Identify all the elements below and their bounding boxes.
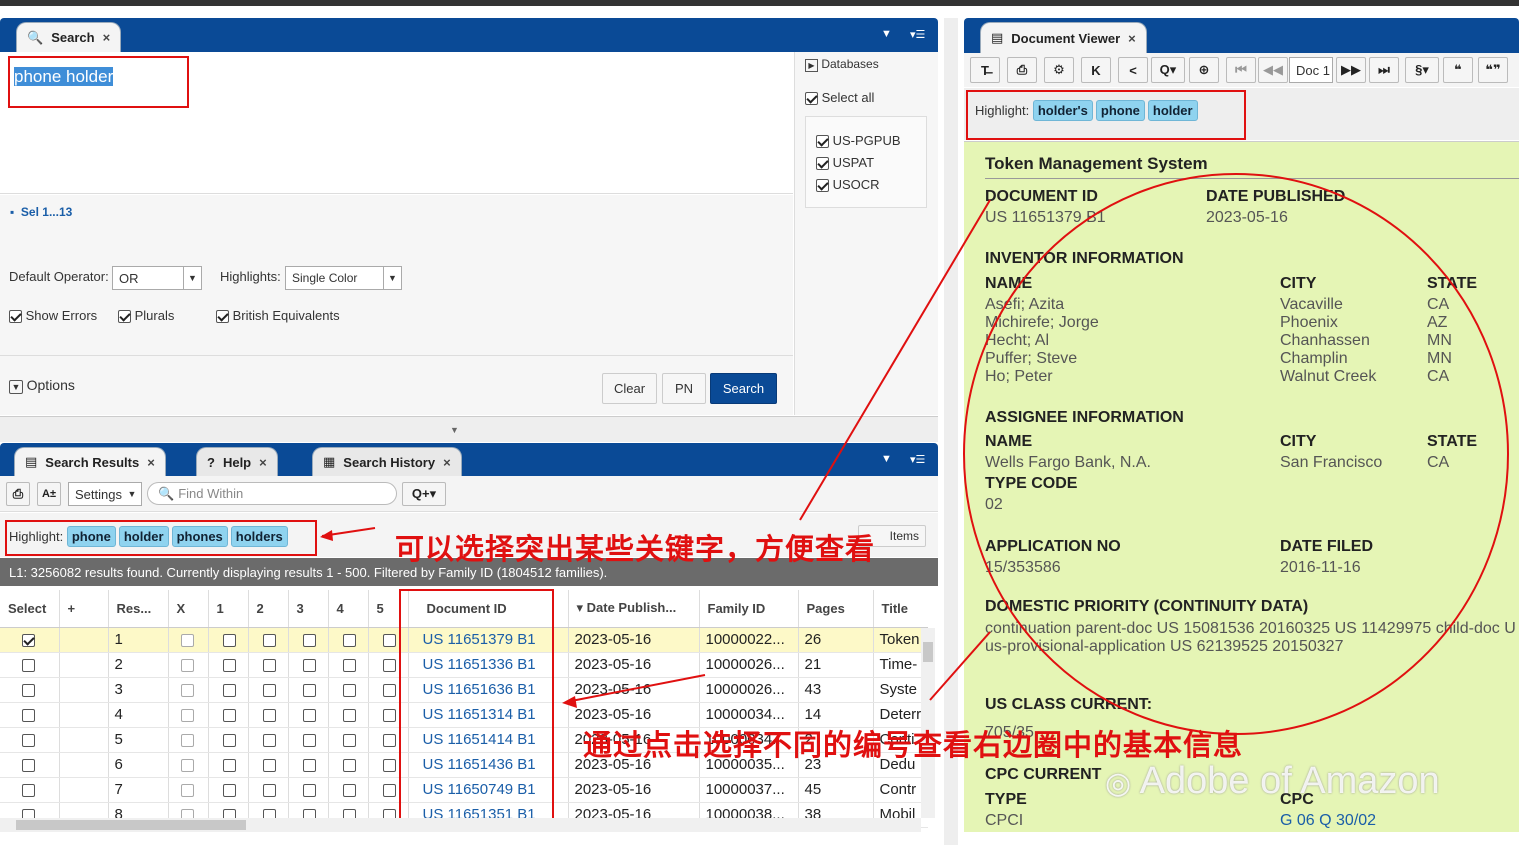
watermark-text: Adobe of Amazon: [1139, 760, 1440, 802]
annotation-text: 通过点击选择不同的编号查看右边圈中的基本信息: [583, 730, 1244, 762]
annotation-arrow: [799, 199, 991, 521]
annotation-arrow: [929, 631, 991, 701]
annotation-arrow: [565, 674, 706, 703]
arrow-head: [562, 696, 577, 708]
annotation-circle: [963, 173, 1509, 735]
annotation-text: 可以选择突出某些关键字，方便查看: [395, 534, 876, 566]
annotation-overlay: [320, 173, 1509, 735]
watermark: ◎ Adobe of Amazon: [1105, 760, 1440, 803]
wechat-icon: ◎: [1105, 767, 1132, 800]
